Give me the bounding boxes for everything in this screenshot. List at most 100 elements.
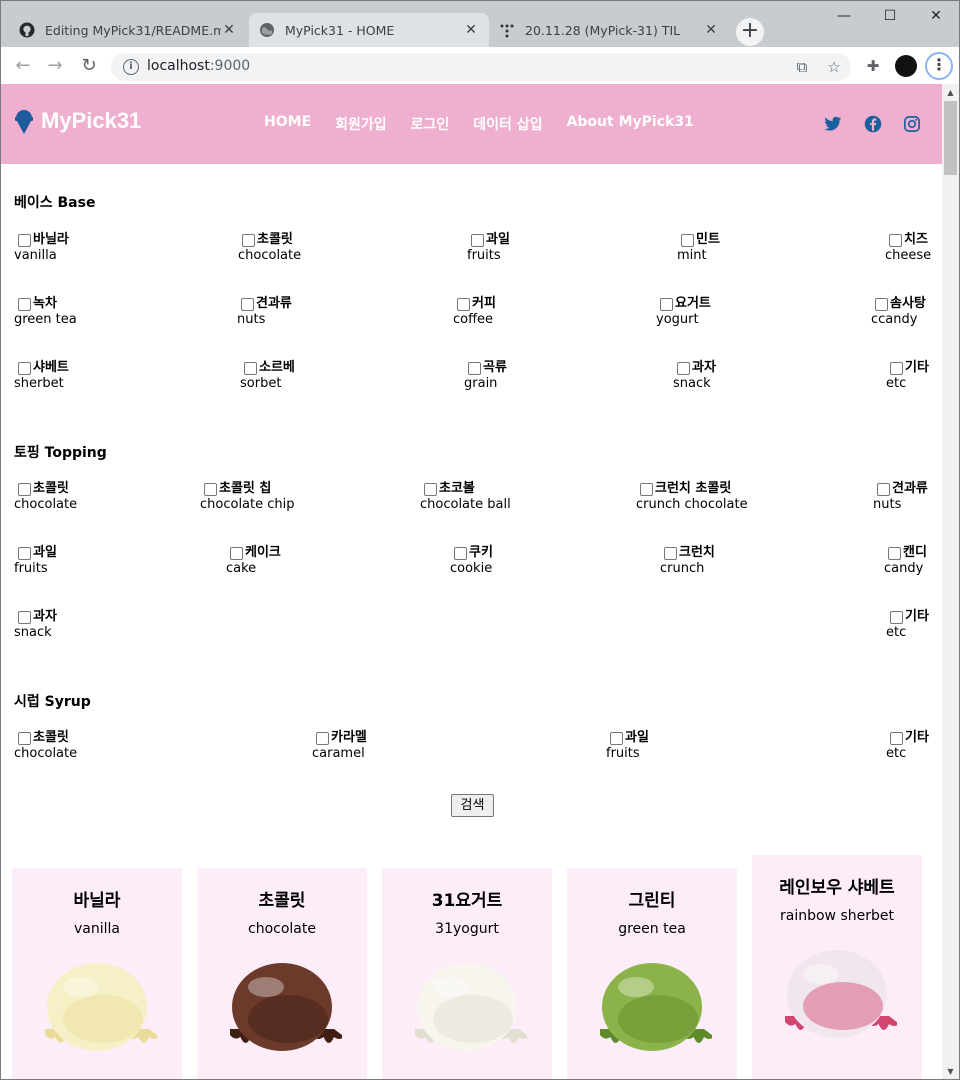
syrup-option-caramel[interactable]: 카라멜 caramel [312, 730, 367, 762]
option-checkbox-label[interactable]: 카라멜 [316, 730, 367, 746]
checkbox[interactable] [18, 482, 31, 496]
page-scrollbar[interactable]: ▲ ▼ [942, 84, 959, 1079]
checkbox[interactable] [242, 233, 255, 247]
topping-option-fruits[interactable]: 과일 fruits [14, 545, 57, 577]
base-option-snack[interactable]: 과자 snack [673, 360, 716, 392]
topping-option-chocolate-ball[interactable]: 초코볼 chocolate ball [420, 481, 511, 513]
base-option-etc[interactable]: 기타 etc [886, 360, 929, 392]
checkbox[interactable] [18, 297, 31, 311]
option-checkbox-label[interactable]: 크런치 [664, 545, 715, 561]
option-checkbox-label[interactable]: 솜사탕 [875, 296, 926, 312]
topping-option-snack[interactable]: 과자 snack [14, 609, 57, 641]
option-checkbox-label[interactable]: 과자 [18, 609, 57, 625]
base-option-yogurt[interactable]: 요거트 yogurt [656, 296, 711, 328]
checkbox[interactable] [230, 546, 243, 560]
option-checkbox-label[interactable]: 과일 [471, 232, 510, 248]
flavor-card[interactable]: 초콜릿 chocolate [197, 868, 367, 1079]
base-option-fruits[interactable]: 과일 fruits [467, 232, 510, 264]
checkbox[interactable] [471, 233, 484, 247]
twitter-icon[interactable] [824, 115, 842, 133]
option-checkbox-label[interactable]: 민트 [681, 232, 720, 248]
option-checkbox-label[interactable]: 기타 [890, 609, 929, 625]
checkbox[interactable] [244, 361, 257, 375]
topping-option-candy[interactable]: 캔디 candy [884, 545, 927, 577]
base-option-sorbet[interactable]: 소르베 sorbet [240, 360, 295, 392]
checkbox[interactable] [664, 546, 677, 560]
option-checkbox-label[interactable]: 견과류 [241, 296, 292, 312]
tab-mypick31-home[interactable]: MyPick31 - HOME ✕ [249, 13, 489, 47]
syrup-option-fruits[interactable]: 과일 fruits [606, 730, 649, 762]
nav-signup[interactable]: 회원가입 [335, 114, 387, 134]
topping-option-chocolate[interactable]: 초콜릿 chocolate [14, 481, 77, 513]
checkbox[interactable] [241, 297, 254, 311]
search-button[interactable]: 검색 [451, 794, 494, 817]
maximize-button[interactable]: ☐ [867, 5, 913, 27]
tab-close-icon[interactable]: ✕ [221, 22, 237, 38]
checkbox[interactable] [890, 361, 903, 375]
forward-arrow-icon[interactable]: → [43, 54, 67, 78]
checkbox[interactable] [640, 482, 653, 496]
option-checkbox-label[interactable]: 초콜릿 [18, 730, 77, 746]
option-checkbox-label[interactable]: 커피 [457, 296, 496, 312]
facebook-icon[interactable] [864, 115, 882, 133]
nav-insert-data[interactable]: 데이터 삽입 [473, 114, 542, 134]
checkbox[interactable] [677, 361, 690, 375]
instagram-icon[interactable] [903, 115, 921, 133]
checkbox[interactable] [610, 731, 623, 745]
option-checkbox-label[interactable]: 초콜릿 [18, 481, 77, 497]
base-option-chocolate[interactable]: 초콜릿 chocolate [238, 232, 301, 264]
option-checkbox-label[interactable]: 샤베트 [18, 360, 69, 376]
checkbox[interactable] [890, 610, 903, 624]
checkbox[interactable] [316, 731, 329, 745]
site-logo[interactable]: MyPick31 [15, 108, 141, 134]
profile-avatar[interactable] [895, 55, 917, 77]
base-option-green-tea[interactable]: 녹차 green tea [14, 296, 77, 328]
checkbox[interactable] [457, 297, 470, 311]
scrollbar-thumb[interactable] [944, 101, 957, 175]
option-checkbox-label[interactable]: 초콜릿 칩 [204, 481, 295, 497]
flavor-card[interactable]: 31요거트 31yogurt [382, 868, 552, 1079]
reload-icon[interactable]: ↻ [77, 54, 101, 78]
option-checkbox-label[interactable]: 치즈 [889, 232, 931, 248]
tab-close-icon[interactable]: ✕ [703, 22, 719, 38]
nav-home[interactable]: HOME [264, 114, 311, 134]
option-checkbox-label[interactable]: 견과류 [877, 481, 928, 497]
base-option-vanilla[interactable]: 바닐라 vanilla [14, 232, 69, 264]
checkbox[interactable] [424, 482, 437, 496]
checkbox[interactable] [888, 546, 901, 560]
close-window-button[interactable]: ✕ [913, 5, 959, 27]
checkbox[interactable] [877, 482, 890, 496]
scroll-down-arrow-icon[interactable]: ▼ [942, 1063, 959, 1079]
flavor-card[interactable]: 그린티 green tea [567, 868, 737, 1079]
address-bar[interactable]: i localhost:9000 ⧉ ☆ [111, 53, 851, 81]
option-checkbox-label[interactable]: 기타 [890, 730, 929, 746]
option-checkbox-label[interactable]: 쿠키 [454, 545, 493, 561]
option-checkbox-label[interactable]: 과자 [677, 360, 716, 376]
checkbox[interactable] [18, 361, 31, 375]
syrup-option-etc[interactable]: 기타 etc [886, 730, 929, 762]
base-option-grain[interactable]: 곡류 grain [464, 360, 507, 392]
checkbox[interactable] [660, 297, 673, 311]
topping-option-chocolate-chip[interactable]: 초콜릿 칩 chocolate chip [200, 481, 295, 513]
back-arrow-icon[interactable]: ← [11, 54, 35, 78]
bookmark-star-icon[interactable]: ☆ [825, 58, 843, 76]
url-text[interactable]: localhost:9000 [147, 58, 250, 74]
syrup-option-chocolate[interactable]: 초콜릿 chocolate [14, 730, 77, 762]
topping-option-cake[interactable]: 케이크 cake [226, 545, 281, 577]
new-tab-button[interactable]: + [736, 18, 764, 46]
checkbox[interactable] [889, 233, 902, 247]
base-option-nuts[interactable]: 견과류 nuts [237, 296, 292, 328]
option-checkbox-label[interactable]: 초코볼 [424, 481, 511, 497]
option-checkbox-label[interactable]: 기타 [890, 360, 929, 376]
checkbox[interactable] [681, 233, 694, 247]
topping-option-crunch-chocolate[interactable]: 크런치 초콜릿 crunch chocolate [636, 481, 748, 513]
option-checkbox-label[interactable]: 케이크 [230, 545, 281, 561]
nav-about[interactable]: About MyPick31 [567, 114, 694, 134]
topping-option-cookie[interactable]: 쿠키 cookie [450, 545, 493, 577]
translate-icon[interactable]: ⧉ [793, 58, 811, 76]
topping-option-crunch[interactable]: 크런치 crunch [660, 545, 715, 577]
base-option-ccandy[interactable]: 솜사탕 ccandy [871, 296, 926, 328]
option-checkbox-label[interactable]: 과일 [18, 545, 57, 561]
checkbox[interactable] [468, 361, 481, 375]
option-checkbox-label[interactable]: 크런치 초콜릿 [640, 481, 748, 497]
